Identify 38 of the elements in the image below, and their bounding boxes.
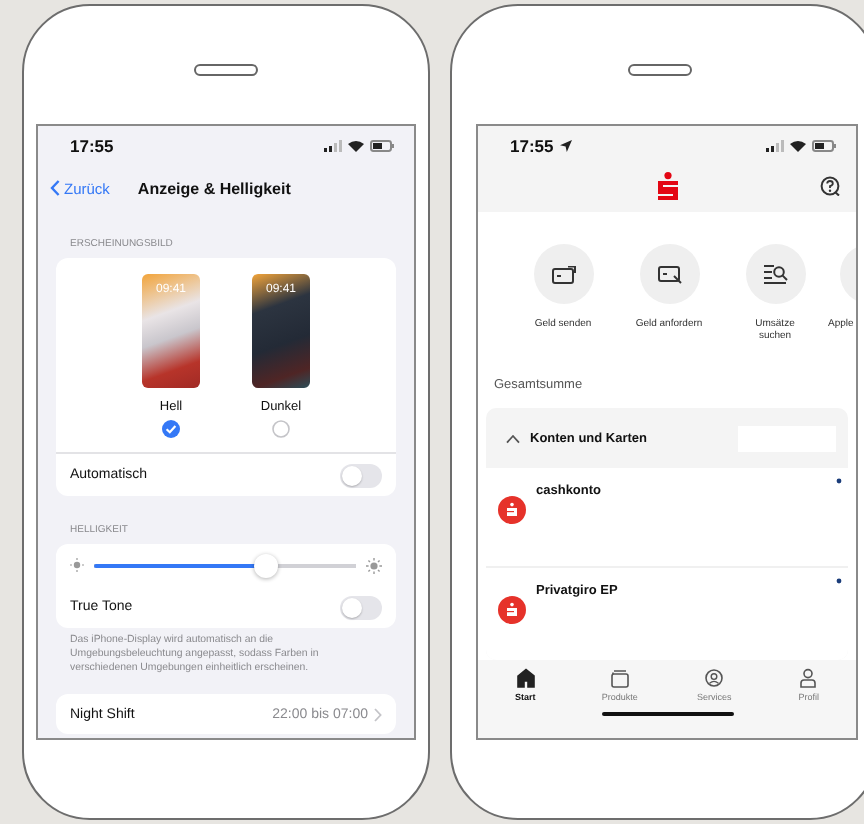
signal-icon — [766, 140, 784, 152]
bank-account-icon — [498, 596, 526, 624]
slider-thumb[interactable] — [254, 553, 279, 577]
wifi-icon — [348, 140, 364, 152]
checkmark-icon[interactable] — [162, 420, 180, 438]
list-search-icon — [763, 264, 787, 284]
sun-icon — [366, 557, 382, 573]
battery-icon — [370, 140, 394, 152]
status-time: 17:55 — [70, 136, 114, 156]
signal-icon — [324, 140, 342, 152]
person-icon — [798, 668, 819, 688]
box-icon — [609, 668, 630, 688]
action-button[interactable] — [639, 244, 699, 304]
dot-icon — [836, 578, 842, 584]
screen-title: Anzeige & Helligkeit — [137, 179, 291, 197]
location-arrow-icon — [559, 140, 572, 152]
chevron-right-icon — [374, 707, 382, 722]
chevron-left-icon — [50, 180, 60, 196]
speaker-slot — [628, 64, 692, 76]
sun-icon — [70, 558, 84, 572]
service-icon — [704, 668, 725, 688]
wifi-icon — [790, 140, 806, 152]
home-indicator — [601, 712, 733, 716]
bank-logo-icon — [657, 172, 677, 200]
speaker-slot — [194, 64, 258, 76]
battery-icon — [812, 140, 836, 152]
status-time: 17:55 — [510, 136, 554, 156]
dot-icon — [836, 478, 842, 484]
card-send-icon — [551, 265, 575, 283]
toggle-switch[interactable] — [340, 595, 382, 619]
house-icon — [515, 668, 536, 688]
help-icon[interactable] — [820, 176, 840, 196]
bank-account-icon — [498, 496, 526, 524]
action-button[interactable] — [533, 244, 593, 304]
toggle-switch[interactable] — [340, 463, 382, 487]
action-button[interactable] — [745, 244, 805, 304]
radio-button[interactable] — [272, 420, 290, 438]
card-request-icon — [657, 265, 681, 283]
